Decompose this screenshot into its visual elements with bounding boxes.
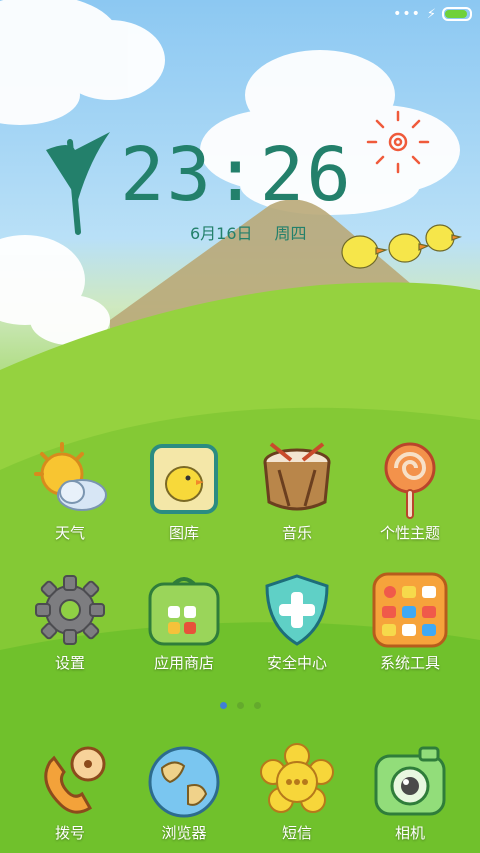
bolt-icon: ⚡ — [426, 6, 436, 22]
clock-date-row: 6月16日 周四 — [190, 220, 307, 244]
gear-icon — [35, 575, 105, 645]
camera-icon — [374, 746, 446, 816]
clock-date: 6月16日 — [190, 224, 253, 243]
app-label: 图库 — [168, 524, 199, 542]
app-label: 相机 — [394, 824, 425, 842]
wallpaper — [0, 0, 480, 853]
app-label: 个性主题 — [379, 524, 440, 542]
clock-time[interactable]: 23:26 — [120, 132, 370, 218]
phone-icon — [44, 746, 106, 814]
page-dot[interactable] — [236, 702, 244, 709]
page-indicator[interactable] — [0, 702, 480, 709]
status-bar: ••• ⚡ — [0, 0, 480, 28]
app-label: 系统工具 — [379, 654, 440, 672]
chicks-decoration — [341, 224, 463, 269]
gallery-icon — [150, 444, 218, 514]
store-bag-icon — [148, 577, 220, 646]
battery-icon — [442, 7, 472, 21]
drum-icon — [263, 442, 331, 511]
flag-decoration — [46, 132, 110, 235]
signal-icon: ••• — [393, 6, 421, 22]
tools-folder-icon — [372, 572, 448, 648]
message-flower-icon — [260, 743, 334, 813]
app-label: 音乐 — [281, 524, 312, 542]
app-label: 浏览器 — [161, 824, 207, 842]
globe-icon — [148, 746, 220, 818]
app-label: 拨号 — [54, 824, 85, 842]
app-label: 天气 — [54, 524, 85, 542]
page-dot-active[interactable] — [219, 702, 227, 709]
cloud — [0, 235, 110, 345]
app-label: 安全中心 — [266, 654, 327, 672]
weather-icon — [34, 442, 107, 511]
shield-plus-icon — [265, 574, 329, 646]
app-label: 应用商店 — [153, 654, 214, 672]
app-label: 短信 — [281, 824, 312, 842]
lollipop-icon — [384, 442, 436, 519]
app-label: 设置 — [54, 654, 85, 672]
clock-weekday: 周四 — [274, 224, 307, 243]
page-dot[interactable] — [253, 702, 261, 709]
